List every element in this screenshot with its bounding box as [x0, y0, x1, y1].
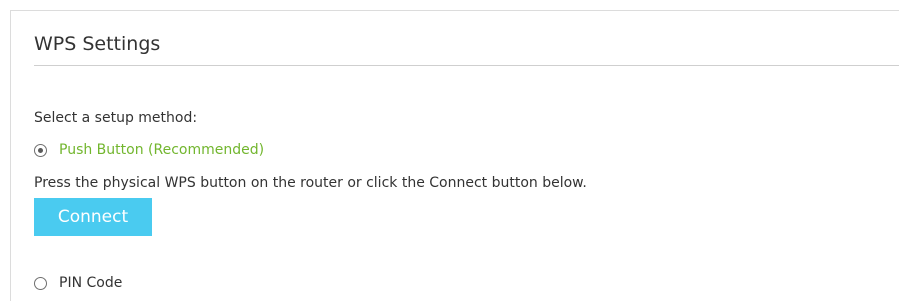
pin-code-option[interactable]: PIN Code	[34, 275, 122, 292]
wps-settings-panel: WPS Settings Select a setup method: Push…	[10, 10, 899, 301]
wps-settings-title: WPS Settings	[34, 33, 161, 55]
radio-checked-icon[interactable]	[34, 144, 47, 157]
push-button-option-label: Push Button (Recommended)	[59, 142, 265, 158]
connect-button[interactable]: Connect	[34, 198, 152, 236]
title-divider	[34, 65, 899, 66]
setup-method-prompt: Select a setup method:	[34, 110, 198, 126]
push-button-option[interactable]: Push Button (Recommended)	[34, 142, 264, 159]
pin-code-option-label: PIN Code	[59, 275, 123, 291]
radio-unchecked-icon[interactable]	[34, 277, 47, 290]
push-button-instruction: Press the physical WPS button on the rou…	[34, 175, 587, 191]
